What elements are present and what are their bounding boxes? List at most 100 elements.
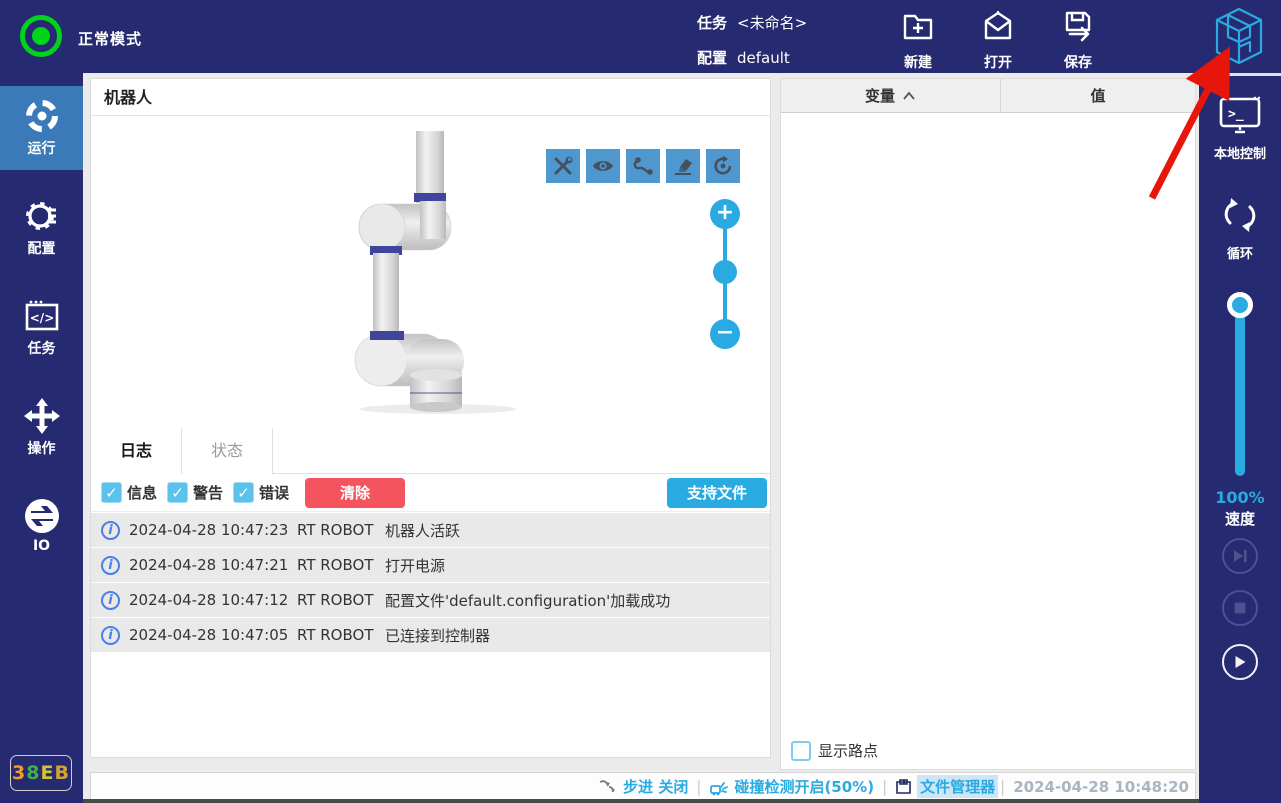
config-gear-icon xyxy=(25,202,56,230)
save-task-button[interactable]: 保存 xyxy=(1046,8,1110,72)
new-task-button[interactable]: 新建 xyxy=(886,8,950,72)
zoom-slider-thumb[interactable] xyxy=(713,260,737,284)
eraser-icon xyxy=(675,159,692,175)
top-bar: 正常模式 任务 <未命名> 配置 default 新建 打开 保存 xyxy=(0,0,1281,73)
badge-char: 8 xyxy=(26,762,41,784)
svg-text:</>: </> xyxy=(29,311,54,325)
variable-column-header[interactable]: 变量 xyxy=(781,79,1001,112)
speed-slider-thumb[interactable] xyxy=(1227,292,1253,318)
sidebar-item-label: 运行 xyxy=(27,141,56,157)
right-sidebar: >_ 本地控制 循环 100% 速度 xyxy=(1199,73,1281,803)
eraser-button[interactable] xyxy=(666,149,700,183)
show-waypoints-checkbox[interactable]: 显示路点 xyxy=(791,740,878,761)
session-code-badge: 38EB xyxy=(10,755,72,791)
tools-button[interactable] xyxy=(546,149,580,183)
step-mode-icon xyxy=(599,779,616,792)
loop-button[interactable]: 循环 xyxy=(1199,194,1281,262)
checkbox-checked-icon: ✓ xyxy=(167,482,189,503)
path-icon xyxy=(633,157,653,175)
sidebar-item-task[interactable]: </> 任务 xyxy=(0,286,83,370)
log-row[interactable]: i 2024-04-28 10:47:21 RT ROBOT 打开电源 xyxy=(91,548,770,582)
save-icon xyxy=(1065,11,1091,42)
path-button[interactable] xyxy=(626,149,660,183)
file-manager-label: 文件管理器 xyxy=(917,775,999,798)
step-mode-status[interactable]: 步进 关闭 xyxy=(598,776,688,797)
info-icon: i xyxy=(101,555,120,575)
log-list: i 2024-04-28 10:47:23 RT ROBOT 机器人活跃 i 2… xyxy=(91,513,770,653)
task-code-icon: </> xyxy=(25,300,58,331)
io-sync-icon xyxy=(24,499,59,533)
log-time: 2024-04-28 10:47:05 xyxy=(129,626,289,644)
value-column-header[interactable]: 值 xyxy=(1001,79,1195,112)
log-filter-row: ✓ 信息 ✓ 警告 ✓ 错误 清除 支持文件 xyxy=(91,474,770,512)
sidebar-item-label: 任务 xyxy=(27,341,56,357)
speed-percent: 100% xyxy=(1215,488,1265,507)
tab-log[interactable]: 日志 xyxy=(91,428,182,474)
sidebar-item-operate[interactable]: 操作 xyxy=(0,386,83,470)
play-button[interactable] xyxy=(1222,644,1258,680)
status-normal-indicator-icon xyxy=(20,15,62,57)
window-bottom-edge xyxy=(83,799,1199,803)
log-row[interactable]: i 2024-04-28 10:47:23 RT ROBOT 机器人活跃 xyxy=(91,513,770,547)
robot-arm-image xyxy=(354,131,516,414)
info-icon: i xyxy=(101,520,120,540)
filter-error-label: 错误 xyxy=(259,484,290,502)
sidebar-item-io[interactable]: IO xyxy=(0,486,83,570)
visibility-button[interactable] xyxy=(586,149,620,183)
open-task-button[interactable]: 打开 xyxy=(966,8,1030,72)
zoom-out-button[interactable]: − xyxy=(710,319,740,349)
zoom-in-button[interactable]: + xyxy=(710,199,740,229)
clear-log-button[interactable]: 清除 xyxy=(305,477,406,508)
operate-move-icon xyxy=(23,398,60,434)
support-file-button[interactable]: 支持文件 xyxy=(667,477,767,508)
view-toolbar xyxy=(546,149,740,183)
collision-detection-status[interactable]: 碰撞检测开启(50%) xyxy=(709,776,874,797)
local-control-button[interactable]: >_ 本地控制 xyxy=(1199,96,1281,162)
log-source: RT ROBOT xyxy=(297,591,374,609)
rotate-icon xyxy=(714,155,732,175)
robot-panel: 机器人 + − 日志 状态 ✓ 信息 ✓ 警告 ✓ 错误 清除 支持文件 i 2… xyxy=(90,78,771,758)
log-source: RT ROBOT xyxy=(297,626,374,644)
new-task-label: 新建 xyxy=(904,55,932,71)
stop-button[interactable] xyxy=(1222,590,1258,626)
checkbox-unchecked-icon xyxy=(791,740,811,761)
file-manager-button[interactable]: 文件管理器 xyxy=(895,775,999,798)
step-forward-button[interactable] xyxy=(1222,538,1258,574)
tab-status[interactable]: 状态 xyxy=(182,428,273,474)
variable-panel: 变量 值 显示路点 xyxy=(780,78,1196,770)
config-key: 配置 xyxy=(697,49,728,67)
task-value: <未命名> xyxy=(737,14,808,32)
tools-icon xyxy=(554,156,573,175)
filter-warning-checkbox[interactable]: ✓ 警告 xyxy=(167,482,223,503)
open-icon xyxy=(984,11,1012,40)
robot-panel-title: 机器人 xyxy=(91,79,770,116)
badge-char: 3 xyxy=(12,762,27,784)
log-row[interactable]: i 2024-04-28 10:47:05 RT ROBOT 已连接到控制器 xyxy=(91,618,770,652)
open-task-label: 打开 xyxy=(984,55,1012,71)
sidebar-item-run[interactable]: 运行 xyxy=(0,86,83,170)
zoom-control: + − xyxy=(710,199,740,349)
sort-ascending-icon xyxy=(903,91,915,100)
log-status-tabs: 日志 状态 xyxy=(91,428,770,474)
filter-error-checkbox[interactable]: ✓ 错误 xyxy=(233,482,289,503)
loop-icon xyxy=(1224,198,1256,232)
variable-column-label: 变量 xyxy=(864,87,895,105)
local-control-label: 本地控制 xyxy=(1213,147,1266,162)
sidebar-item-label: IO xyxy=(32,538,51,554)
config-info: 配置 default xyxy=(697,47,790,68)
filter-info-checkbox[interactable]: ✓ 信息 xyxy=(101,482,157,503)
log-row[interactable]: i 2024-04-28 10:47:12 RT ROBOT 配置文件'defa… xyxy=(91,583,770,617)
speed-slider-track[interactable] xyxy=(1227,292,1253,476)
reset-view-button[interactable] xyxy=(706,149,740,183)
checkbox-checked-icon: ✓ xyxy=(233,482,255,503)
loop-label: 循环 xyxy=(1226,247,1253,262)
cube-logo-icon[interactable] xyxy=(1212,6,1266,66)
sidebar-item-config[interactable]: 配置 xyxy=(0,186,83,270)
robot-3d-view[interactable]: + − xyxy=(91,116,770,422)
stop-icon xyxy=(1234,602,1246,614)
new-folder-icon xyxy=(903,14,933,40)
step-forward-icon xyxy=(1234,550,1247,562)
file-manager-icon xyxy=(896,779,911,794)
task-key: 任务 xyxy=(697,14,728,32)
badge-char: E xyxy=(40,762,55,784)
